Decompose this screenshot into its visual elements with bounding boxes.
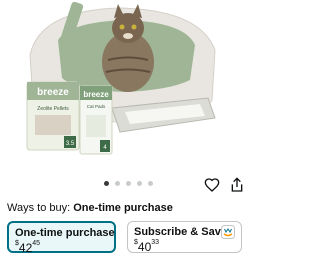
share-icon[interactable]	[229, 177, 245, 193]
carousel-dot[interactable]	[126, 181, 131, 186]
ways-to-buy-value: One-time purchase	[73, 202, 173, 214]
product-image[interactable]: breeze Zeolite Pellets 3.5 breeze Cat Pa…	[0, 0, 250, 172]
price-whole: 42	[18, 241, 33, 255]
ways-to-buy-label: Ways to buy:	[7, 202, 71, 214]
price-currency: $	[134, 239, 138, 246]
price-currency: $	[15, 240, 19, 247]
pads-brand-text: breeze	[83, 90, 109, 99]
heart-icon[interactable]	[204, 177, 220, 193]
option-price: $4033	[134, 239, 160, 254]
one-time-purchase-option[interactable]: One-time purchase $4245	[7, 221, 116, 255]
option-title: One-time purchase	[15, 227, 115, 239]
pads-label-text: Cat Pads	[87, 104, 106, 109]
carousel-dot[interactable]	[104, 181, 109, 186]
ways-to-buy: Ways to buy: One-time purchase	[7, 202, 173, 214]
pellets-label-text: Zeolite Pellets	[37, 106, 69, 112]
pellets-brand-text: breeze	[37, 87, 69, 98]
carousel-dot[interactable]	[148, 181, 153, 186]
image-carousel-dots	[104, 181, 153, 186]
price-fraction: 45	[32, 240, 41, 247]
price-fraction: 33	[151, 239, 160, 246]
carousel-dot[interactable]	[137, 181, 142, 186]
prime-badge-icon	[221, 225, 235, 239]
price-whole: 40	[137, 240, 152, 254]
pellets-count-text: 3.5	[66, 141, 75, 147]
carousel-dot[interactable]	[115, 181, 120, 186]
subscribe-and-save-option[interactable]: Subscribe & Save $4033	[127, 221, 242, 254]
option-title: Subscribe & Save	[134, 226, 227, 238]
option-price: $4245	[15, 240, 41, 255]
